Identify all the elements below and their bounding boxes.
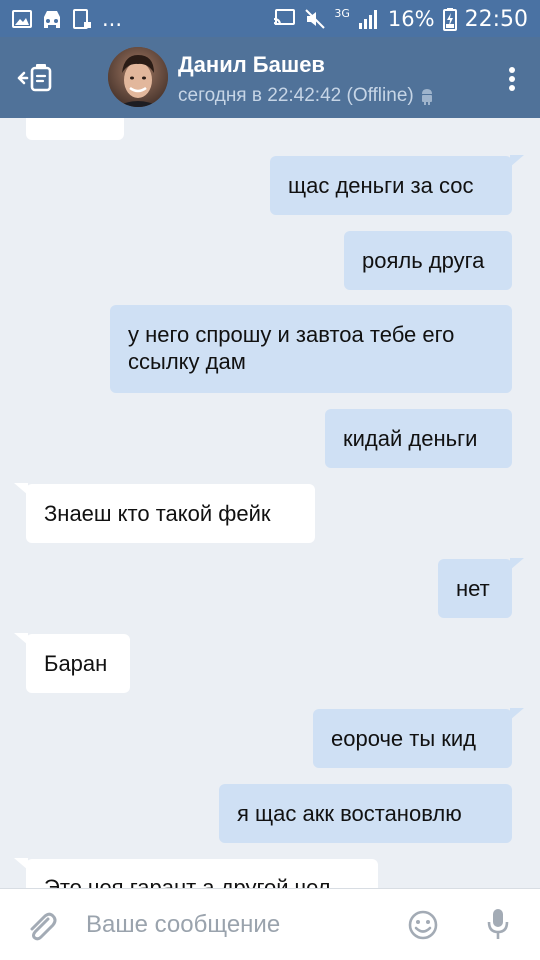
cast-icon: [274, 9, 296, 26]
battery-charging-icon: [442, 8, 457, 31]
battery-percent: 16%: [387, 7, 435, 31]
message-text: Баран: [44, 651, 108, 676]
voice-message-button[interactable]: [486, 907, 510, 943]
status-bar: ... 3G 16% 22:50: [0, 0, 540, 37]
signal-icon: [358, 10, 377, 29]
message-text: у него спрошу и завтоа тебе его ссылку д…: [128, 322, 455, 374]
bubble-tail: [14, 633, 28, 645]
bubble-tail: [510, 558, 524, 570]
network-3g-icon: 3G: [334, 7, 350, 20]
tablet-icon: [73, 9, 91, 29]
emoji-button[interactable]: [407, 909, 439, 941]
bubble-tail: [510, 708, 524, 720]
message-text: я щас акк востановлю: [237, 801, 462, 826]
back-button[interactable]: [14, 59, 58, 97]
status-overflow: ...: [102, 7, 123, 31]
message-text: еороче ты кид: [331, 726, 477, 751]
status-time: 22:50: [464, 6, 528, 32]
message-bubble-incoming[interactable]: Баран: [14, 633, 130, 693]
bubble-tail: [14, 858, 28, 870]
message-bubble-outgoing[interactable]: рояль друга: [344, 231, 512, 290]
smiley-icon: [408, 910, 438, 940]
message-bubble-outgoing[interactable]: кидай деньги: [325, 409, 512, 468]
back-arrow-icon: [17, 64, 52, 92]
message-composer: [0, 888, 540, 960]
last-seen-text: сегодня в 22:42:42 (Offline): [178, 85, 414, 106]
message-text: щас деньги за сос: [288, 173, 474, 198]
bubble-tail: [14, 483, 28, 495]
more-vertical-icon: [509, 67, 515, 73]
message-text: кидай деньги: [343, 426, 478, 451]
avatar-photo: [108, 47, 168, 107]
message-bubble-incoming[interactable]: Знаеш кто такой фейк: [14, 483, 315, 543]
bubble-tail: [510, 155, 524, 167]
message-input[interactable]: [86, 905, 386, 945]
message-list[interactable]: щас деньги за сос рояль друга у него спр…: [0, 118, 540, 888]
message-bubble-outgoing[interactable]: я щас акк востановлю: [219, 784, 512, 843]
status-bar-notifications: ...: [12, 7, 123, 31]
microphone-icon: [487, 909, 509, 939]
message-bubble-outgoing[interactable]: еороче ты кид: [313, 708, 524, 768]
more-vertical-icon-dot: [509, 85, 515, 91]
car-mode-icon: [44, 11, 60, 28]
attach-button[interactable]: [24, 909, 60, 945]
more-menu-button[interactable]: [502, 63, 522, 95]
message-text: Знаеш кто такой фейк: [44, 501, 271, 526]
message-text: рояль друга: [362, 248, 485, 273]
message-bubble-outgoing[interactable]: щас деньги за сос: [270, 155, 524, 215]
contact-name[interactable]: Данил Башев: [178, 52, 325, 78]
contact-avatar[interactable]: [108, 47, 168, 107]
message-bubble-outgoing[interactable]: у него спрошу и завтоа тебе его ссылку д…: [110, 305, 512, 393]
more-vertical-icon-dot: [509, 76, 515, 82]
paperclip-icon: [30, 912, 57, 941]
contact-status: сегодня в 22:42:42 (Offline): [178, 85, 434, 107]
mute-icon: [305, 9, 326, 29]
message-text: Это чея гарант а другой чел: [44, 875, 331, 888]
message-bubble-incoming[interactable]: Это чея гарант а другой чел: [14, 858, 378, 888]
message-bubble-incoming[interactable]: [26, 118, 124, 140]
chat-header: Данил Башев сегодня в 22:42:42 (Offline): [0, 37, 540, 118]
android-icon: [421, 89, 432, 105]
status-bar-system: 3G 16% 22:50: [272, 5, 528, 33]
message-bubble-outgoing[interactable]: нет: [438, 558, 524, 618]
gallery-icon: [12, 10, 32, 28]
message-text: нет: [456, 576, 490, 601]
